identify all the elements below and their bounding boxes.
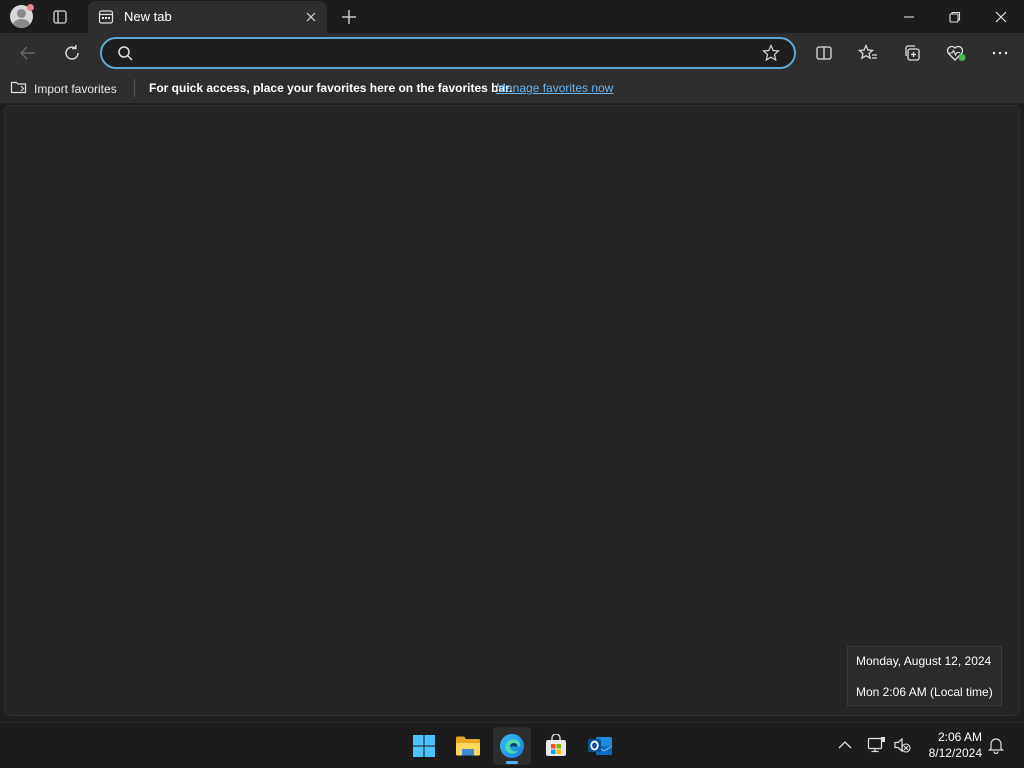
new-tab-button[interactable] [338,6,360,28]
tooltip-time: Mon 2:06 AM (Local time) [856,685,993,699]
restore-icon [949,11,961,23]
browser-window: New tab Import favorites For quick acces… [0,0,1024,722]
browser-essentials-button[interactable] [944,41,968,65]
tooltip-date: Monday, August 12, 2024 [856,654,992,668]
split-screen-button[interactable] [812,41,836,65]
settings-and-more-button[interactable] [988,41,1012,65]
collections-icon [905,45,920,61]
address-bar[interactable] [100,37,796,69]
back-button[interactable] [16,41,40,65]
notification-center-button[interactable] [986,735,1006,755]
plus-icon [342,10,356,24]
chevron-up-icon [838,741,852,749]
close-icon [995,11,1007,23]
folder-icon [456,736,480,756]
arrow-left-icon [20,46,35,60]
title-bar: New tab [0,0,1024,33]
tab-new-tab[interactable]: New tab [88,1,327,33]
clock-tooltip: Monday, August 12, 2024 Mon 2:06 AM (Loc… [847,646,1002,706]
close-tab-icon[interactable] [303,9,319,25]
taskbar-clock[interactable]: 2:06 AM 8/12/2024 [918,728,988,764]
notification-bell-icon [988,738,1004,754]
browser-essentials-icon [946,45,966,61]
microsoft-store-button[interactable] [537,727,575,765]
taskbar: 2:06 AM 8/12/2024 [0,722,1024,768]
start-button[interactable] [405,727,443,765]
new-tab-page-icon [98,9,114,25]
edge-button[interactable] [493,727,531,765]
volume-button[interactable] [892,735,912,755]
restore-button[interactable] [942,4,968,30]
add-favorite-star-icon[interactable] [762,44,780,62]
page-content [4,105,1020,716]
refresh-icon [65,45,79,60]
edge-icon [500,734,524,758]
favorites-divider [134,79,135,97]
tab-title: New tab [124,9,172,24]
favorites-icon [858,44,877,60]
clock-time: 2:06 AM [937,730,982,744]
collections-button[interactable] [900,41,924,65]
favorites-bar: Import favorites For quick access, place… [0,73,1024,103]
network-button[interactable] [867,735,887,755]
address-input[interactable] [142,42,746,66]
show-hidden-icons-button[interactable] [835,735,855,755]
file-explorer-button[interactable] [449,727,487,765]
windows-logo-icon [413,735,435,757]
navigation-toolbar [0,33,1024,73]
more-icon [992,51,1008,55]
favorites-hint-text: For quick access, place your favorites h… [149,81,513,95]
outlook-icon [588,737,613,755]
outlook-button[interactable] [581,727,619,765]
refresh-button[interactable] [60,41,84,65]
import-favorites-button[interactable]: Import favorites [10,79,117,98]
store-icon [546,734,566,756]
close-window-button[interactable] [988,4,1014,30]
network-icon [867,737,885,753]
minimize-icon [904,16,914,18]
import-favorites-label: Import favorites [34,81,117,96]
tab-actions-icon[interactable] [50,7,70,27]
favorites-button[interactable] [856,41,880,65]
profile-notification-dot [27,4,34,11]
clock-date: 8/12/2024 [928,746,982,760]
import-folder-icon [10,79,28,98]
active-app-indicator [506,761,518,764]
search-icon [116,44,134,62]
split-screen-icon [816,46,832,60]
volume-muted-icon [894,737,911,753]
minimize-button[interactable] [896,4,922,30]
manage-favorites-link[interactable]: Manage favorites now [496,81,613,95]
